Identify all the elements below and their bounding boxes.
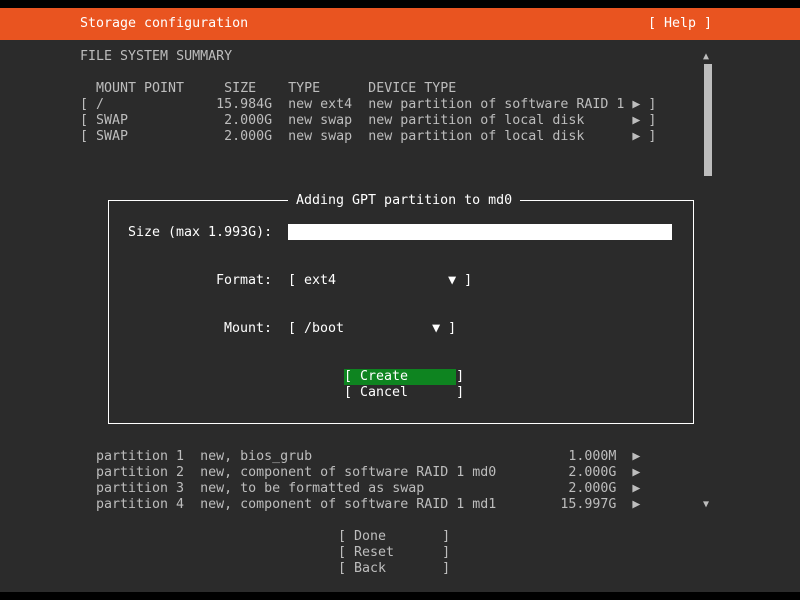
- create-button[interactable]: [ Create ]: [344, 369, 464, 385]
- format-label: Format:: [216, 273, 273, 288]
- summary-column-headers: MOUNT POINT SIZE TYPE DEVICE TYPE: [96, 81, 457, 96]
- summary-row-root[interactable]: [ / 15.984G new ext4 new partition of so…: [80, 97, 656, 113]
- format-select[interactable]: [ ext4 ▼ ]: [288, 273, 472, 289]
- summary-row-swap-1[interactable]: [ SWAP 2.000G new swap new partition of …: [80, 113, 656, 129]
- reset-button[interactable]: [ Reset ]: [338, 545, 450, 561]
- size-input[interactable]: [288, 224, 672, 240]
- summary-row-swap-2[interactable]: [ SWAP 2.000G new swap new partition of …: [80, 129, 656, 145]
- mount-label: Mount:: [224, 321, 273, 336]
- partition-row-1[interactable]: partition 1 new, bios_grub 1.000M ▶: [96, 449, 640, 465]
- partition-row-2[interactable]: partition 2 new, component of software R…: [96, 465, 640, 481]
- cancel-button[interactable]: [ Cancel ]: [344, 385, 464, 401]
- help-button[interactable]: [ Help ]: [648, 16, 712, 32]
- partition-row-4[interactable]: partition 4 new, component of software R…: [96, 497, 640, 513]
- bottom-border: [0, 592, 800, 600]
- create-button-label: [ Create ]: [344, 369, 465, 384]
- done-button[interactable]: [ Done ]: [338, 529, 450, 545]
- scroll-up-icon[interactable]: ▲: [703, 49, 709, 65]
- mount-select[interactable]: [ /boot ▼ ]: [288, 321, 456, 337]
- scrollbar-thumb[interactable]: [704, 64, 712, 176]
- dialog-title: Adding GPT partition to md0: [288, 193, 521, 209]
- partition-row-3[interactable]: partition 3 new, to be formatted as swap…: [96, 481, 640, 497]
- scroll-down-icon[interactable]: ▼: [703, 497, 709, 513]
- page-title: Storage configuration: [80, 16, 249, 31]
- size-label: Size (max 1.993G):: [128, 225, 273, 240]
- back-button[interactable]: [ Back ]: [338, 561, 450, 577]
- summary-title: FILE SYSTEM SUMMARY: [80, 49, 233, 64]
- header-bar: Storage configuration [ Help ]: [0, 8, 800, 40]
